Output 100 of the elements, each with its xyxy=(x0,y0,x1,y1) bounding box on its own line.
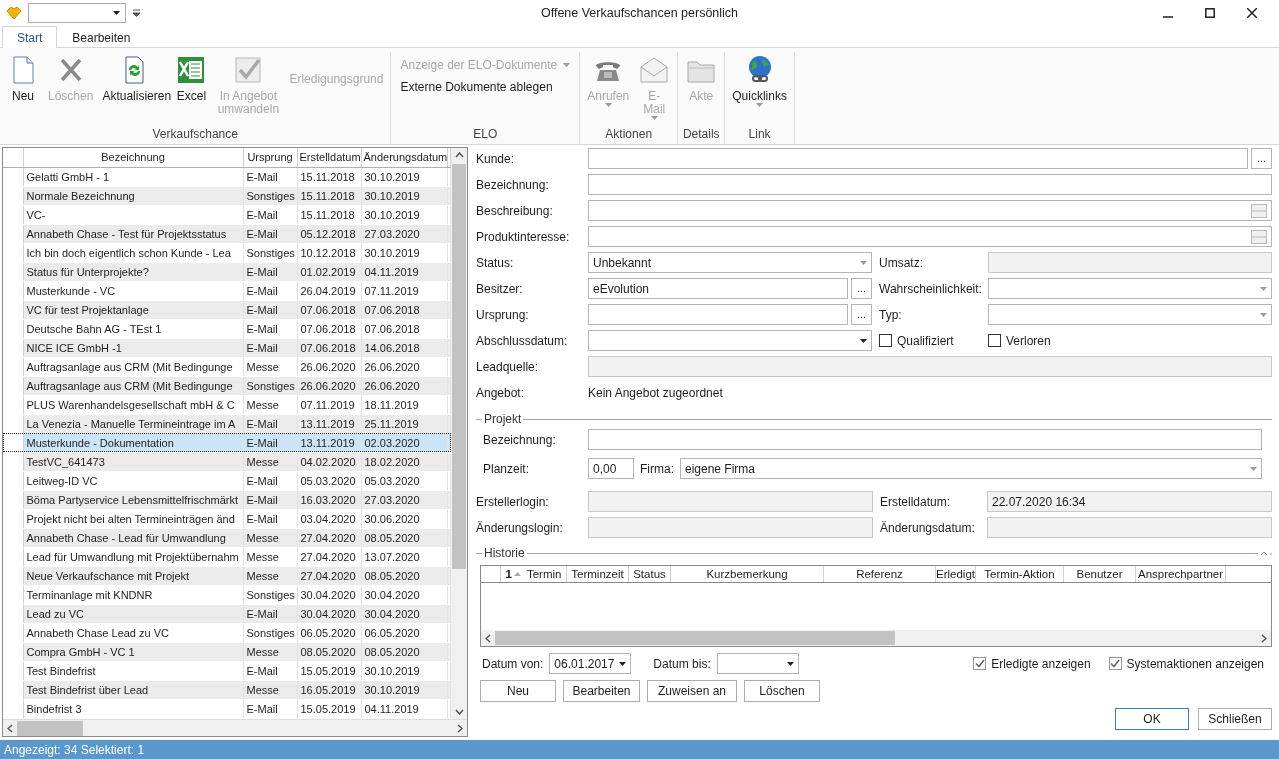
scroll-thumb[interactable] xyxy=(495,631,895,645)
scroll-down-icon[interactable] xyxy=(454,709,464,715)
text-field[interactable] xyxy=(588,356,1272,377)
table-row[interactable]: Lead für Umwandlung mit Projektübernahm Messe 27.04.2020 13.07.2020 xyxy=(3,547,451,567)
column-header[interactable]: Terminzeit xyxy=(567,566,629,582)
browse-button[interactable]: ... xyxy=(851,304,872,325)
table-row[interactable]: Ich bin doch eigentlich schon Kunde - Lea Sonstiges 10.12.2018 30.10.2019 xyxy=(3,243,451,263)
combo-box[interactable] xyxy=(588,330,872,351)
scroll-right-icon[interactable] xyxy=(1261,633,1267,643)
table-cell: Normale Bezeichnung xyxy=(23,186,243,206)
combo-box[interactable] xyxy=(716,653,799,674)
ribbon-button[interactable]: Excel xyxy=(171,52,212,105)
table-row[interactable]: Musterkunde - Dokumentation E-Mail 13.11.2019 02.03.2020 xyxy=(3,433,451,453)
checkbox[interactable] xyxy=(879,334,892,347)
table-cell: E-Mail xyxy=(243,661,297,681)
customize-icon[interactable] xyxy=(132,9,141,17)
text-field[interactable] xyxy=(588,304,848,325)
text-field[interactable] xyxy=(588,200,1272,221)
column-header[interactable]: Status xyxy=(629,566,671,582)
checkbox[interactable] xyxy=(973,657,987,670)
checkbox-label: Verloren xyxy=(1006,333,1051,348)
text-field[interactable] xyxy=(588,491,873,512)
column-header[interactable]: Erstelldatum xyxy=(297,148,361,167)
text-field[interactable]: 0,00 xyxy=(588,458,634,479)
ribbon-tab[interactable]: Bearbeiten xyxy=(57,26,146,48)
text-field[interactable] xyxy=(588,174,1272,195)
table-row[interactable]: Gelatti GmbH - 1 E-Mail 15.11.2018 30.10.2019 xyxy=(3,167,451,186)
horizontal-scrollbar[interactable] xyxy=(3,719,467,736)
combo-box[interactable] xyxy=(988,304,1272,325)
text-field[interactable]: eEvolution xyxy=(588,278,848,299)
browse-button[interactable]: ... xyxy=(1251,148,1272,169)
column-header[interactable]: Kurzbemerkung xyxy=(671,566,824,582)
table-row[interactable]: Auftragsanlage aus CRM (Mit Bedingunge Messe 26.06.2020 26.06.2020 xyxy=(3,357,451,377)
table-row[interactable]: VC- E-Mail 15.11.2018 30.10.2019 xyxy=(3,205,451,225)
action-button[interactable]: Neu xyxy=(480,680,556,702)
text-field[interactable] xyxy=(588,517,873,538)
ribbon-tab[interactable]: Start xyxy=(2,26,58,48)
table-row[interactable]: Leitweg-ID VC E-Mail 05.03.2020 05.03.2020 xyxy=(3,471,451,491)
table-cell: Lead für Umwandlung mit Projektübernahm xyxy=(23,547,243,567)
ribbon-button[interactable]: Quicklinks xyxy=(728,52,791,109)
table-cell: E-Mail xyxy=(243,205,297,225)
column-header[interactable]: Benutzer xyxy=(1064,566,1136,582)
table-row[interactable]: Test Bindefrist E-Mail 15.05.2019 30.10.2019 xyxy=(3,661,451,681)
scroll-thumb[interactable] xyxy=(17,720,83,736)
column-header[interactable]: Änderungsdatum xyxy=(361,148,447,167)
vertical-scrollbar[interactable] xyxy=(451,148,467,719)
column-header[interactable]: Referenz xyxy=(824,566,936,582)
browse-button[interactable]: ... xyxy=(851,278,872,299)
collapse-icon[interactable] xyxy=(1260,550,1272,556)
scroll-up-icon[interactable] xyxy=(454,152,464,158)
table-row[interactable]: Annabeth Chase Lead zu VC Sonstiges 06.05.2020 06.05.2020 xyxy=(3,623,451,643)
column-header[interactable]: Ansprechpartner xyxy=(1136,566,1226,582)
text-field[interactable] xyxy=(588,226,1272,247)
maximize-icon xyxy=(1205,8,1215,18)
field-label: Leadquelle: xyxy=(476,359,540,374)
column-header[interactable]: Ursprung xyxy=(243,148,297,167)
checkbox[interactable] xyxy=(1108,657,1122,670)
text-field[interactable] xyxy=(987,517,1272,538)
group-label: ELO xyxy=(472,126,499,143)
table-row[interactable]: Terminanlage mit KNDNR Sonstiges 30.04.2020 30.04.2020 xyxy=(3,585,451,605)
combo-box[interactable]: 06.01.2017 xyxy=(549,653,632,674)
combo-box[interactable]: Unbekannt xyxy=(588,252,872,273)
table-row[interactable]: Projekt nicht bei alten Termineinträgen änd E-Mail 03.04.2020 30.06.2020 xyxy=(3,509,451,529)
ribbon-button[interactable]: Externe Dokumente ablegen xyxy=(398,78,573,96)
horizontal-scrollbar[interactable] xyxy=(481,630,1271,646)
combo-box[interactable]: eigene Firma xyxy=(680,458,1262,479)
table-row[interactable]: Bindefrist 3 E-Mail 15.05.2019 04.11.2019 xyxy=(3,699,451,719)
text-field[interactable] xyxy=(588,429,1262,450)
column-header[interactable]: Bezeichnung xyxy=(23,148,243,167)
dialog-button[interactable]: OK xyxy=(1115,708,1189,730)
table-cell: Lead zu VC xyxy=(23,604,243,624)
column-header[interactable]: 1 Termin xyxy=(501,566,567,582)
table-row[interactable]: Deutsche Bahn AG - TEst 1 E-Mail 07.06.2018 07.06.2018 xyxy=(3,319,451,339)
action-button[interactable]: Bearbeiten xyxy=(563,680,640,702)
dialog-button[interactable]: Schließen xyxy=(1198,708,1272,730)
column-header[interactable]: Erledigt xyxy=(936,566,976,582)
action-button[interactable]: Zuweisen an xyxy=(647,680,737,702)
table-cell: Messe xyxy=(243,547,297,567)
text-field[interactable] xyxy=(588,148,1248,169)
table-cell: Projekt nicht bei alten Termineinträgen änd xyxy=(23,509,243,529)
table-row[interactable]: Musterkunde - VC E-Mail 26.04.2019 07.11.2019 xyxy=(3,281,451,301)
ribbon-button[interactable]: Neu xyxy=(3,52,43,105)
column-header[interactable]: Termin-Aktion xyxy=(976,566,1064,582)
expand-icon xyxy=(1251,203,1267,218)
ribbon-button[interactable]: Aktualisieren xyxy=(98,52,171,105)
text-field[interactable]: 22.07.2020 16:34 xyxy=(987,491,1272,512)
table-cell: E-Mail xyxy=(243,471,297,491)
scroll-left-icon[interactable] xyxy=(485,633,491,643)
scroll-right-icon[interactable] xyxy=(457,723,463,733)
scroll-left-icon[interactable] xyxy=(7,723,13,733)
checkbox[interactable] xyxy=(988,334,1001,347)
scroll-thumb[interactable] xyxy=(452,164,466,569)
table-cell: 27.04.2020 xyxy=(297,528,361,548)
action-button[interactable]: Löschen xyxy=(744,680,820,702)
combo-box[interactable] xyxy=(28,3,126,23)
table-cell: Terminanlage mit KNDNR xyxy=(23,585,243,605)
combo-box[interactable] xyxy=(988,278,1272,299)
text-field[interactable] xyxy=(988,252,1272,273)
table-row[interactable]: PLUS Warenhandelsgesellschaft mbH & C Messe 07.11.2019 18.11.2019 xyxy=(3,395,451,415)
close-icon xyxy=(1247,8,1257,18)
